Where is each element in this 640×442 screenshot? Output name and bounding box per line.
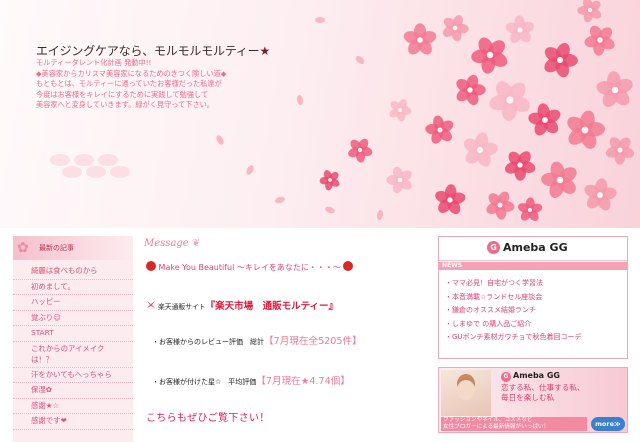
post-link[interactable]: 綺麗は食べものから xyxy=(13,264,133,280)
news-link[interactable]: 鎌倉のオススメ結婚ランチ xyxy=(445,304,623,318)
ameba-gg-logo[interactable]: G Ameba GG xyxy=(487,241,568,254)
news-label: NEWS xyxy=(439,262,627,270)
star-icon: ★ xyxy=(259,44,271,58)
sidebar-header: ✿ 最新の記事 xyxy=(13,236,133,260)
post-link[interactable]: 保湿✿ xyxy=(13,383,133,399)
sparkle-icon xyxy=(147,301,155,308)
post-link[interactable]: 初めまして。 xyxy=(13,280,133,295)
news-link[interactable]: しまゆで の購入品ご紹介 xyxy=(445,318,623,332)
ameba-gg-widget: GAmeba GG NEWS ママ必見！自宅がつく学習法 本音満載☆ランドセル座… xyxy=(438,236,628,359)
message-heading: Message ❦ xyxy=(144,238,201,249)
sidebar-title: 最新の記事 xyxy=(39,244,74,252)
g-logo-icon: G xyxy=(501,372,511,382)
tagline: Make You Beautiful ～キレイをあなたに・・・～ xyxy=(146,261,354,273)
news-link[interactable]: ママ必見！自宅がつく学習法 xyxy=(445,277,623,291)
review-average: ・お客様が付けた星☆ 平均評価【7月現在★4.74個】 xyxy=(152,376,350,387)
recent-posts-list: 綺麗は食べものから 初めまして。 ハッピー 覚ぶり☺ START これからのアイ… xyxy=(13,264,133,430)
header-title: エイジングケアなら、モルモルモルティー★ xyxy=(36,44,271,58)
post-link[interactable]: これからのアイメイク は！？ xyxy=(13,342,133,368)
post-link[interactable]: 汗をかいてもへっちゃら xyxy=(13,368,133,383)
sidebar-recent-posts: ✿ 最新の記事 綺麗は食べものから 初めまして。 ハッピー 覚ぶり☺ START… xyxy=(13,236,133,442)
flower-icon xyxy=(146,261,156,271)
see-also-text: こちらもぜひご覧下さい！ xyxy=(146,413,270,424)
flower-icon: ✿ xyxy=(17,240,29,256)
post-link[interactable]: 感謝★☆ xyxy=(13,399,133,414)
post-link[interactable]: ハッピー xyxy=(13,295,133,311)
header-description: モルティータレント化計画 発動中!! ◆美容家からカリスマ美容家になるためのきつ… xyxy=(36,58,227,110)
g-logo-icon: G xyxy=(487,241,500,254)
ameba-gg-banner[interactable]: G Ameba GG 恋する私、仕事する私、 毎日を楽しむ私 ファッションやネイル… xyxy=(438,367,628,433)
model-photo xyxy=(441,370,491,416)
banner-logo: G Ameba GG xyxy=(501,371,560,382)
news-link[interactable]: GUポンチ素材ガウチョで秋色着回コーデ xyxy=(445,331,623,345)
review-count: ・お客様からのレビュー評価 総計【7月現在全5205件】 xyxy=(152,336,362,347)
flower-icon: ❦ xyxy=(191,238,201,249)
news-list: ママ必見！自宅がつく学習法 本音満載☆ランドセル座談会 鎌倉のオススメ結婚ランチ… xyxy=(445,277,623,345)
more-button[interactable]: more≫ xyxy=(591,417,625,431)
header-banner: エイジングケアなら、モルモルモルティー★ モルティータレント化計画 発動中!! … xyxy=(0,0,640,228)
news-link[interactable]: 本音満載☆ランドセル座談会 xyxy=(445,291,623,305)
cherry-blossom-decoration xyxy=(50,0,635,222)
rakuten-link[interactable]: 楽天通販サイト『楽天市場 通販モルティー』 xyxy=(146,294,338,313)
post-link[interactable]: 感謝です❤ xyxy=(13,414,133,430)
widget-header: G Ameba GG xyxy=(439,237,627,261)
banner-copy: 恋する私、仕事する私、 毎日を楽しむ私 xyxy=(501,383,585,402)
flower-icon xyxy=(343,261,354,271)
banner-footer-text: ファッションやネイル、コスメなど 女性ブロガーによる最新情報がいっぱい！ xyxy=(441,417,587,431)
main-content: Message ❦ Make You Beautiful ～キレイをあなたに・・… xyxy=(140,236,432,442)
post-link[interactable]: START xyxy=(13,326,133,342)
post-link[interactable]: 覚ぶり☺ xyxy=(13,311,133,326)
